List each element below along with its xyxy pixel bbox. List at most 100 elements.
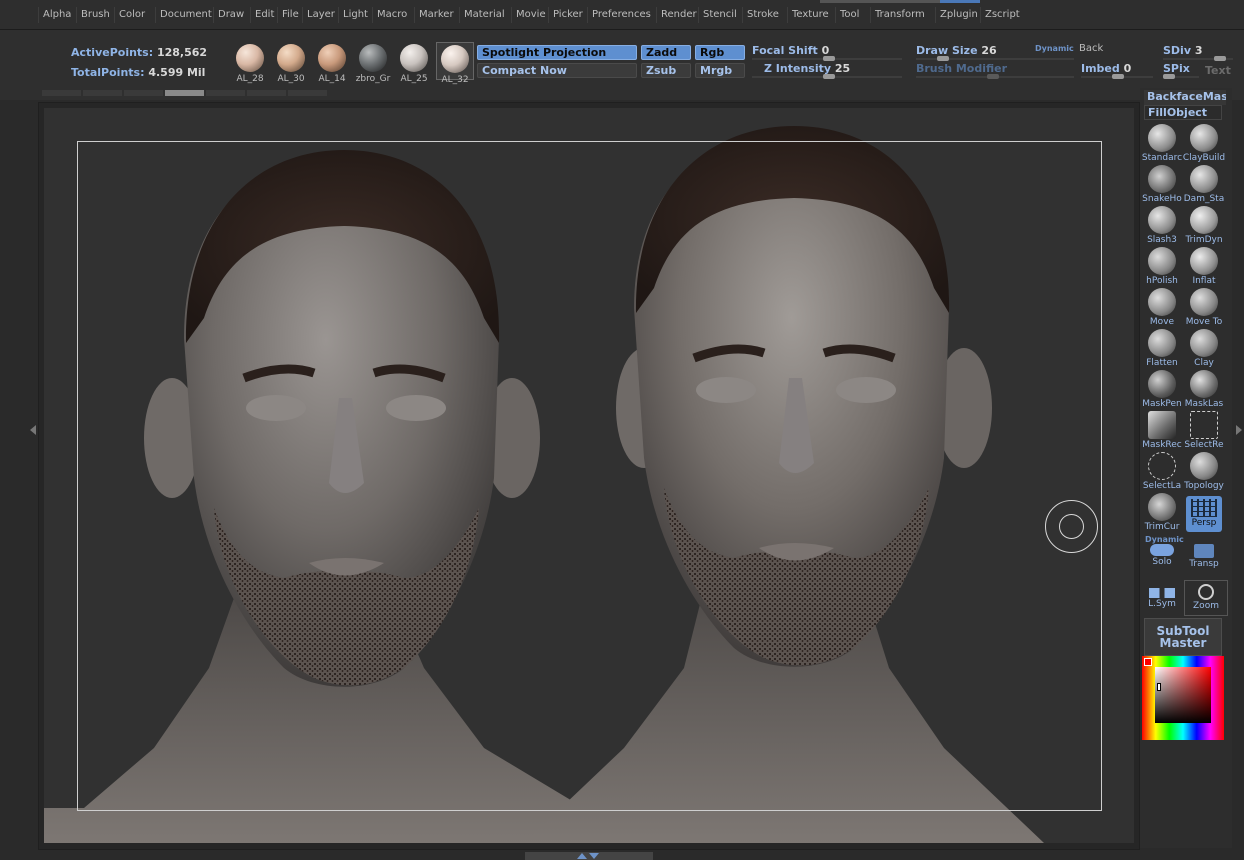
sdiv-slider[interactable]: SDiv 3 [1163,44,1203,57]
brush-damstandard[interactable]: Dam_Sta [1182,165,1226,205]
bottom-tray-handle[interactable] [525,852,653,860]
menu-edit[interactable]: Edit [250,7,278,23]
doc-tab[interactable] [206,90,245,96]
focal-shift-knob[interactable] [823,56,835,61]
backface-mask-button[interactable]: BackfaceMasl [1144,90,1226,105]
top-scroll-thumb[interactable] [940,0,980,3]
brush-clay[interactable]: Clay [1182,329,1226,369]
brush-slash3[interactable]: Slash3 [1140,206,1184,246]
material-al30[interactable]: AL_30 [273,44,309,84]
material-label: AL_30 [277,74,305,84]
menu-color[interactable]: Color [114,7,149,23]
brush-snakehook[interactable]: SnakeHo [1140,165,1184,205]
brush-trimcurve[interactable]: TrimCur [1140,493,1184,533]
menu-transform[interactable]: Transform [870,7,929,23]
brush-move[interactable]: Move [1140,288,1184,328]
solo-button[interactable]: Solo [1140,544,1184,574]
texture-label[interactable]: Text [1205,64,1231,77]
menu-light[interactable]: Light [338,7,372,23]
brush-label: Slash3 [1147,235,1177,245]
focal-shift-slider[interactable]: Focal Shift 0 [752,44,829,57]
rgb-button[interactable]: Rgb [695,45,745,60]
main-color-swatch[interactable] [1144,658,1152,666]
menu-marker[interactable]: Marker [414,7,458,23]
brush-hpolish[interactable]: hPolish [1140,247,1184,287]
spotlight-projection-button[interactable]: Spotlight Projection [477,45,637,60]
fill-object-button[interactable]: FillObject [1144,105,1222,120]
lsym-button[interactable]: L.Sym [1140,582,1184,616]
menu-tool[interactable]: Tool [835,7,863,23]
draw-size-slider[interactable]: Draw Size 26 [916,44,997,57]
mrgb-button[interactable]: Mrgb [695,63,745,78]
menu-file[interactable]: File [277,7,303,23]
doc-tab-active[interactable] [165,90,204,96]
compact-now-button[interactable]: Compact Now [477,63,637,78]
doc-tab[interactable] [124,90,163,96]
dynamic-size-toggle[interactable]: Dynamic [1035,44,1074,53]
brush-masklasso[interactable]: MaskLas [1182,370,1226,410]
spix-knob[interactable] [1163,74,1175,79]
menu-document[interactable]: Document [155,7,216,23]
transp-button[interactable]: Transp [1182,540,1226,574]
sdiv-knob[interactable] [1214,56,1226,61]
brush-selectrect[interactable]: SelectRe [1182,411,1226,451]
menu-macro[interactable]: Macro [372,7,411,23]
material-ball [441,45,469,73]
menu-alpha[interactable]: Alpha [38,7,75,23]
subtool-master-button[interactable]: SubTool Master [1144,618,1222,656]
material-zbro-gr[interactable]: zbro_Gr [355,44,391,84]
brush-flatten[interactable]: Flatten [1140,329,1184,369]
menu-stencil[interactable]: Stencil [698,7,741,23]
brush-move-topological[interactable]: Move To [1182,288,1226,328]
color-marker[interactable] [1157,683,1161,691]
color-picker[interactable] [1142,656,1224,740]
zsub-button[interactable]: Zsub [641,63,691,78]
brush-claybuild[interactable]: ClayBuild [1182,124,1226,164]
doc-tab[interactable] [42,90,81,96]
trimdynamic-brush-icon [1190,206,1218,234]
imbed-slider[interactable]: Imbed 0 [1081,62,1131,75]
brush-selectlasso[interactable]: SelectLa [1140,452,1184,492]
doc-tab[interactable] [247,90,286,96]
menu-material[interactable]: Material [459,7,509,23]
tray-up-arrow-icon[interactable] [577,853,587,859]
brush-maskrect[interactable]: MaskRec [1140,411,1184,451]
brush-standard[interactable]: Standarc [1140,124,1184,164]
brush-modifier-knob[interactable] [987,74,999,79]
top-scroll-track[interactable] [820,0,960,3]
right-tray-arrow-icon[interactable] [1236,425,1242,435]
sculpt-viewport[interactable] [44,108,1134,843]
doc-tab[interactable] [288,90,327,96]
brush-trimdynamic[interactable]: TrimDyn [1182,206,1226,246]
material-al32[interactable]: AL_32 [436,42,474,85]
left-tray-arrow-icon[interactable] [30,425,36,435]
persp-button[interactable]: Persp [1186,496,1222,532]
material-al28[interactable]: AL_28 [232,44,268,84]
brush-inflate[interactable]: Inflat [1182,247,1226,287]
z-intensity-knob[interactable] [823,74,835,79]
doc-tab[interactable] [83,90,122,96]
menu-picker[interactable]: Picker [548,7,587,23]
z-intensity-slider[interactable]: Z Intensity 25 [764,62,850,75]
material-al14[interactable]: AL_14 [314,44,350,84]
imbed-knob[interactable] [1112,74,1124,79]
menu-zscript[interactable]: Zscript [980,7,1024,23]
zoom-button[interactable]: Zoom [1184,580,1228,616]
menu-texture[interactable]: Texture [787,7,833,23]
menu-layer[interactable]: Layer [302,7,339,23]
menu-draw[interactable]: Draw [213,7,248,23]
brush-topology[interactable]: Topology [1182,452,1226,492]
menu-preferences[interactable]: Preferences [587,7,655,23]
back-toggle[interactable]: Back [1079,43,1103,54]
menu-render[interactable]: Render [656,7,701,23]
menu-movie[interactable]: Movie [511,7,550,23]
zadd-button[interactable]: Zadd [641,45,691,60]
saturation-value-square[interactable] [1155,667,1211,723]
menu-zplugin[interactable]: Zplugin [935,7,982,23]
draw-size-knob[interactable] [937,56,949,61]
menu-stroke[interactable]: Stroke [742,7,783,23]
brush-maskpen[interactable]: MaskPen [1140,370,1184,410]
menu-brush[interactable]: Brush [76,7,114,23]
material-al25[interactable]: AL_25 [396,44,432,84]
tray-down-arrow-icon[interactable] [589,853,599,859]
